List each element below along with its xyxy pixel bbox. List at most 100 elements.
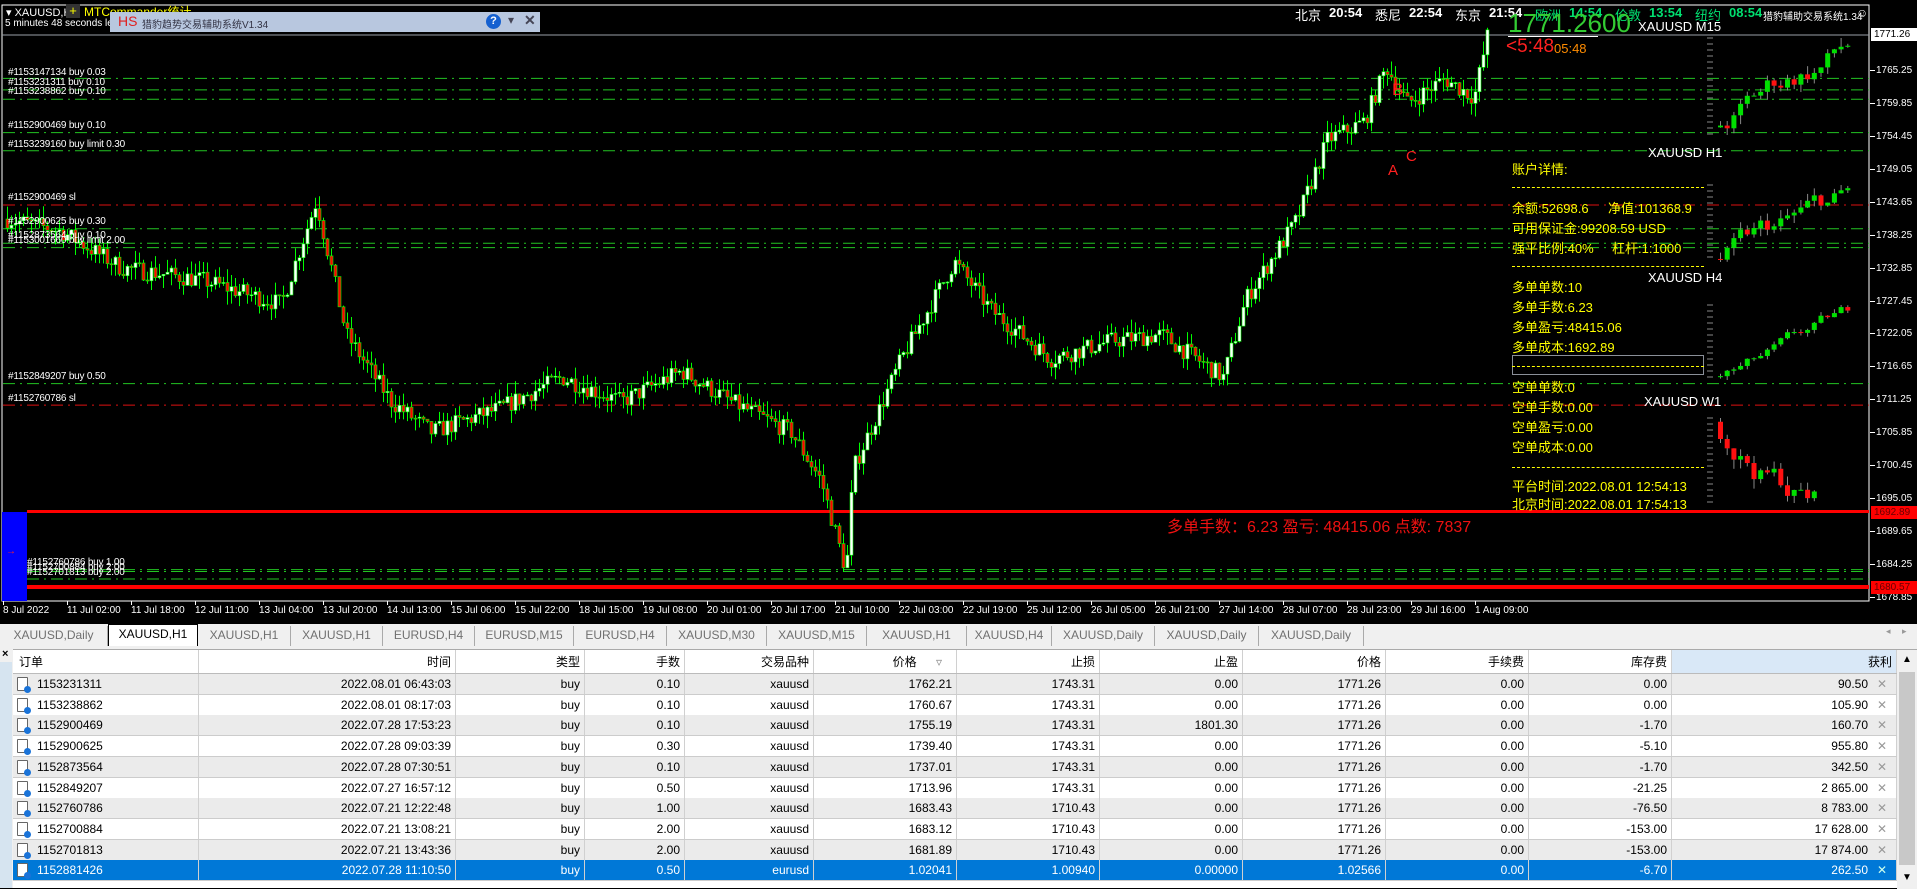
close-order-icon[interactable]: ✕ [1877,715,1891,735]
close-order-icon[interactable]: ✕ [1877,840,1891,860]
close-order-icon[interactable]: ✕ [1877,778,1891,798]
column-header-6[interactable]: 止损 [957,650,1100,673]
bear-candle [1173,343,1178,353]
close-icon[interactable]: ✕ [524,12,536,29]
cell-3: 2.00 [585,818,685,839]
column-header-8[interactable]: 价格 [1243,650,1386,673]
table-row[interactable]: 1152760786 2022.07.21 12:22:48 buy 1.00 xauu… [13,798,1897,820]
price-chart[interactable]: ▾ XAUUSD,H1 + MTCommander统计 5 minutes 48… [0,0,1917,622]
column-header-label: 价格 [1356,655,1381,669]
cell-1: 2022.07.28 09:03:39 [199,736,456,757]
cell-9: 0.00 [1386,798,1529,819]
close-order-icon[interactable]: ✕ [1877,674,1891,694]
chart-canvas[interactable] [0,0,1917,622]
tab-eurusd-h4[interactable]: EURUSD,H4 [383,626,475,646]
close-order-icon[interactable]: ✕ [1877,819,1891,839]
column-header-11[interactable]: 获利 [1672,650,1897,673]
column-header-5[interactable]: 价格 ▿ [814,650,957,673]
table-scrollbar[interactable]: ▲ ▼ [1897,650,1917,889]
table-row[interactable]: 1152881426 2022.07.28 11:10:50 buy 0.50 euru… [13,860,1897,882]
tab-xauusd-daily[interactable]: XAUUSD,Daily [1155,626,1259,646]
cell-8: 1771.26 [1243,756,1386,777]
cell-value: 0.00 [1500,842,1524,857]
table-row[interactable]: 1152900469 2022.07.28 17:53:23 buy 0.10 xauu… [13,715,1897,737]
cell-value: 2022.07.21 12:22:48 [340,801,451,816]
table-row[interactable]: 1153231311 2022.08.01 06:43:03 buy 0.10 xauu… [13,674,1897,695]
table-row[interactable]: 1152849207 2022.07.27 16:57:12 buy 0.50 xauu… [13,777,1897,799]
bear-candle [1009,331,1014,336]
h1-candle [1738,229,1744,239]
bear-candle [649,381,654,386]
tab-xauusd-h1[interactable]: XAUUSD,H1 [108,624,198,646]
column-header-4[interactable]: 交易品种 [685,650,814,673]
account-equity: 净值:101368.9 [1608,201,1692,216]
cell-9: 0.00 [1386,860,1529,881]
close-order-icon[interactable]: ✕ [1877,860,1891,880]
cell-5: 1762.21 [814,674,957,694]
scroll-thumb[interactable] [1899,672,1915,865]
price-axis-label: 1716.65 [1876,361,1913,373]
column-header-3[interactable]: 手数 [585,650,685,673]
tab-xauusd-m30[interactable]: XAUUSD,M30 [667,626,767,646]
table-row[interactable]: 1152900625 2022.07.28 09:03:39 buy 0.30 xauu… [13,736,1897,758]
w1-candle [1718,421,1723,439]
question-icon[interactable]: ? [486,14,501,29]
tab-xauusd-daily[interactable]: XAUUSD,Daily [1259,626,1364,646]
table-row[interactable]: 1152701813 2022.07.21 13:43:36 buy 2.00 xauu… [13,839,1897,861]
h4-candle [1811,322,1817,330]
bull-candle [565,382,570,386]
m15-candle [1825,53,1831,68]
tab-xauusd-h4[interactable]: XAUUSD,H4 [967,626,1052,646]
tab-scroll-right-icon[interactable]: ▸ [1902,626,1907,637]
column-header-10[interactable]: 库存费 [1529,650,1672,673]
hs-dialog-titlebar[interactable]: HS 猎豹趋势交易辅助系统V1.34 ? ▾ ✕ [110,12,540,32]
tab-scroll-left-icon[interactable]: ◂ [1886,626,1891,637]
bull-candle [101,248,106,255]
cell-value: 1739.40 [908,739,952,754]
bull-candle [285,294,290,297]
close-order-icon[interactable]: ✕ [1877,695,1891,715]
tab-xauusd-h1[interactable]: XAUUSD,H1 [198,626,291,646]
bear-candle [457,415,462,418]
bull-candle [445,420,450,436]
cell-3: 0.30 [585,736,685,757]
table-row[interactable]: 1152873564 2022.07.28 07:30:51 buy 0.10 xauu… [13,756,1897,778]
close-order-icon[interactable]: ✕ [1877,736,1891,756]
bull-candle [477,407,482,415]
column-header-1[interactable]: 时间 [199,650,456,673]
cell-2: buy [456,694,585,715]
scroll-marker[interactable]: → [2,512,27,601]
column-header-9[interactable]: 手续费 [1386,650,1529,673]
info-box[interactable] [1512,355,1704,375]
scroll-up-icon[interactable]: ▲ [1902,654,1912,665]
cell-value: 0.50 [656,780,680,795]
bear-candle [1365,117,1370,124]
price-tick [1870,70,1875,72]
bear-candle [833,525,838,527]
tab-xauusd-daily[interactable]: XAUUSD,Daily [0,626,108,646]
plus-icon[interactable]: + [66,4,80,18]
tab-xauusd-h1[interactable]: XAUUSD,H1 [867,626,967,646]
table-row[interactable]: 1152700884 2022.07.21 13:08:21 buy 2.00 xauu… [13,818,1897,840]
tab-xauusd-h1[interactable]: XAUUSD,H1 [291,626,383,646]
tab-xauusd-daily[interactable]: XAUUSD,Daily [1052,626,1155,646]
column-header-2[interactable]: 类型 [456,650,585,673]
terminal-close-icon[interactable]: × [2,648,8,660]
close-order-icon[interactable]: ✕ [1877,798,1891,818]
chevron-down-icon[interactable]: ▾ [508,13,514,27]
tab-eurusd-m15[interactable]: EURUSD,M15 [475,626,574,646]
close-order-icon[interactable]: ✕ [1877,757,1891,777]
h1-candle [1744,229,1750,235]
cell-value: -153.00 [1626,842,1667,857]
table-row[interactable]: 1153238862 2022.08.01 08:17:03 buy 0.10 xauu… [13,694,1897,716]
cell-2: buy [456,674,585,694]
scroll-down-icon[interactable]: ▼ [1902,872,1912,883]
m15-candle [1791,79,1797,85]
tab-eurusd-h4[interactable]: EURUSD,H4 [574,626,667,646]
h4-candle [1771,344,1777,350]
h1-candle [1731,238,1737,248]
tab-xauusd-m15[interactable]: XAUUSD,M15 [767,626,867,646]
bear-candle [281,294,286,297]
column-header-7[interactable]: 止盈 [1100,650,1243,673]
column-header-0[interactable]: 订单 [13,650,199,673]
